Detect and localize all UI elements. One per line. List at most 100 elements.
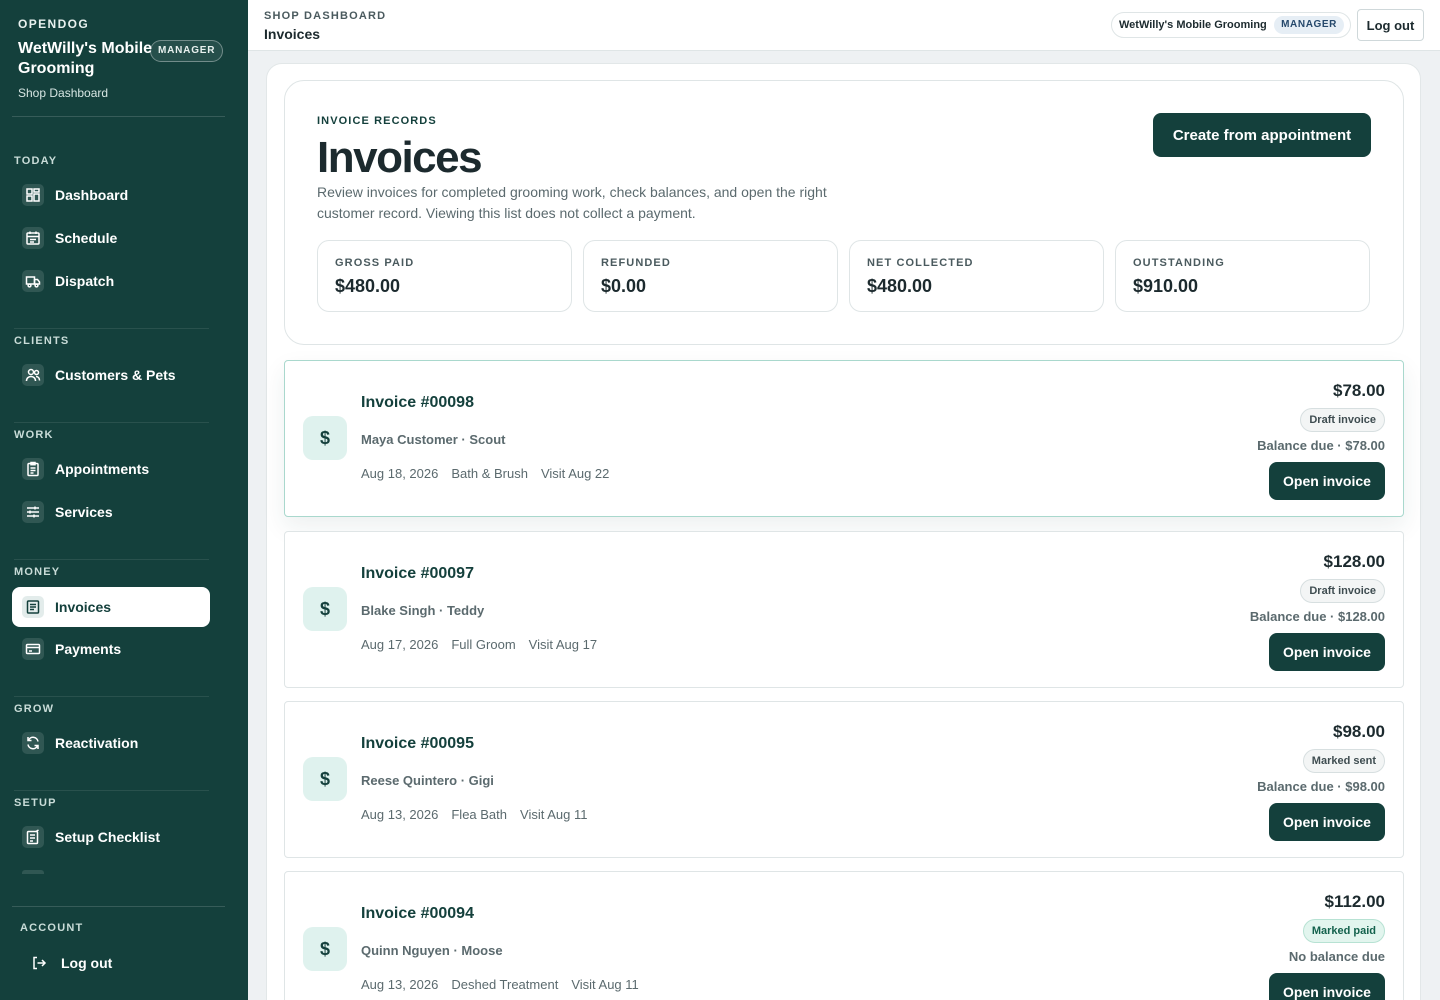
sidebar-item-customers[interactable]: Customers & Pets bbox=[12, 355, 210, 395]
sidebar-divider bbox=[12, 116, 225, 117]
invoice-service: Flea Bath bbox=[451, 807, 508, 822]
nav-section-grow: GROW bbox=[14, 703, 55, 715]
stat-card-refunded: REFUNDED $0.00 bbox=[583, 240, 838, 312]
dashboard-icon bbox=[22, 184, 44, 206]
clipboard-icon bbox=[22, 458, 44, 480]
sidebar-item-dispatch[interactable]: Dispatch bbox=[12, 261, 210, 301]
invoice-meta: Aug 18, 2026 Bath & Brush Visit Aug 22 bbox=[361, 466, 609, 481]
sidebar-item-dashboard[interactable]: Dashboard bbox=[12, 175, 210, 215]
role-badge: MANAGER bbox=[1274, 16, 1344, 34]
dollar-icon: $ bbox=[303, 757, 347, 801]
sidebar-item-payments[interactable]: Payments bbox=[12, 629, 210, 669]
stat-card-gross-paid: GROSS PAID $480.00 bbox=[317, 240, 572, 312]
invoice-card[interactable]: $ Invoice #00097 Blake Singh · Teddy Aug… bbox=[284, 531, 1404, 688]
invoice-date: Aug 18, 2026 bbox=[361, 466, 439, 481]
hero-eyebrow: INVOICE RECORDS bbox=[317, 115, 437, 127]
invoice-amount: $98.00 bbox=[1333, 722, 1385, 741]
shop-name: WetWilly's Mobile Grooming bbox=[18, 40, 153, 77]
invoice-service: Full Groom bbox=[451, 637, 516, 652]
stat-label: REFUNDED bbox=[601, 257, 671, 269]
sidebar-divider bbox=[14, 790, 209, 791]
truck-icon bbox=[22, 270, 44, 292]
checklist-icon bbox=[22, 826, 44, 848]
invoice-number-link[interactable]: Invoice #00095 bbox=[361, 735, 474, 753]
invoice-amount: $78.00 bbox=[1333, 381, 1385, 400]
invoice-client: Reese Quintero · Gigi bbox=[361, 773, 494, 788]
invoice-number-link[interactable]: Invoice #00098 bbox=[361, 394, 474, 412]
invoice-service: Bath & Brush bbox=[451, 466, 528, 481]
role-badge: MANAGER bbox=[150, 40, 224, 62]
sidebar-item-label: Setup Checklist bbox=[55, 829, 161, 845]
sidebar-divider bbox=[12, 906, 225, 907]
invoice-meta: Aug 13, 2026 Flea Bath Visit Aug 11 bbox=[361, 807, 587, 822]
invoice-number-link[interactable]: Invoice #00097 bbox=[361, 565, 474, 583]
sidebar-item-invoices[interactable]: Invoices bbox=[12, 587, 210, 627]
invoice-client: Maya Customer · Scout bbox=[361, 432, 506, 447]
open-invoice-button[interactable]: Open invoice bbox=[1269, 633, 1385, 671]
invoice-amount: $112.00 bbox=[1324, 892, 1385, 911]
invoice-visit: Visit Aug 22 bbox=[540, 466, 610, 481]
open-invoice-button[interactable]: Open invoice bbox=[1269, 803, 1385, 841]
nav-scroll-peek bbox=[22, 870, 44, 874]
invoice-meta: Aug 13, 2026 Deshed Treatment Visit Aug … bbox=[361, 977, 639, 992]
stat-label: NET COLLECTED bbox=[867, 257, 974, 269]
stat-value: $0.00 bbox=[601, 276, 647, 296]
invoice-visit: Visit Aug 11 bbox=[520, 807, 588, 822]
shop-switcher-name: WetWilly's Mobile Grooming bbox=[1119, 19, 1267, 31]
nav-section-work: WORK bbox=[14, 429, 54, 441]
sidebar: OPENDOG WetWilly's Mobile Grooming MANAG… bbox=[0, 0, 248, 1000]
nav-section-today: TODAY bbox=[14, 155, 58, 167]
invoice-card[interactable]: $ Invoice #00094 Quinn Nguyen · Moose Au… bbox=[284, 871, 1404, 1000]
nav-section-account: ACCOUNT bbox=[20, 922, 84, 934]
sliders-icon bbox=[22, 501, 44, 523]
invoice-balance: Balance due · $98.00 bbox=[1257, 779, 1385, 794]
invoice-card[interactable]: $ Invoice #00098 Maya Customer · Scout A… bbox=[284, 360, 1404, 517]
invoice-amount: $128.00 bbox=[1323, 552, 1385, 571]
sidebar-item-schedule[interactable]: Schedule bbox=[12, 218, 210, 258]
invoice-card[interactable]: $ Invoice #00095 Reese Quintero · Gigi A… bbox=[284, 701, 1404, 858]
invoice-client: Quinn Nguyen · Moose bbox=[361, 943, 503, 958]
invoice-number-link[interactable]: Invoice #00094 bbox=[361, 905, 474, 923]
stat-label: OUTSTANDING bbox=[1133, 257, 1225, 269]
shop-subtitle: Shop Dashboard bbox=[18, 86, 109, 100]
invoice-service: Deshed Treatment bbox=[451, 977, 559, 992]
invoices-hero-card: INVOICE RECORDS Invoices Review invoices… bbox=[284, 80, 1404, 345]
invoice-visit: Visit Aug 11 bbox=[571, 977, 639, 992]
sidebar-item-setup-checklist[interactable]: Setup Checklist bbox=[12, 817, 210, 857]
sidebar-item-label: Customers & Pets bbox=[55, 367, 176, 383]
dollar-icon: $ bbox=[303, 587, 347, 631]
logout-button[interactable]: Log out bbox=[1357, 9, 1424, 41]
sidebar-item-label: Services bbox=[55, 504, 113, 520]
invoice-meta: Aug 17, 2026 Full Groom Visit Aug 17 bbox=[361, 637, 597, 652]
sidebar-item-appointments[interactable]: Appointments bbox=[12, 449, 210, 489]
shop-switcher[interactable]: WetWilly's Mobile Grooming MANAGER bbox=[1111, 12, 1351, 38]
invoice-icon bbox=[22, 596, 44, 618]
sidebar-item-label: Reactivation bbox=[55, 735, 139, 751]
calendar-icon bbox=[22, 227, 44, 249]
sidebar-logout-button[interactable]: Log out bbox=[20, 943, 200, 983]
sidebar-divider bbox=[14, 559, 209, 560]
status-badge: Marked paid bbox=[1302, 919, 1385, 943]
dollar-icon: $ bbox=[303, 927, 347, 971]
stat-value: $480.00 bbox=[867, 276, 933, 296]
invoice-visit: Visit Aug 17 bbox=[528, 637, 598, 652]
nav-section-money: MONEY bbox=[14, 566, 61, 578]
sidebar-item-label: Dispatch bbox=[55, 273, 115, 289]
stat-label: GROSS PAID bbox=[335, 257, 415, 269]
open-invoice-button[interactable]: Open invoice bbox=[1269, 462, 1385, 500]
page-title: Invoices bbox=[317, 133, 483, 182]
create-from-appointment-button[interactable]: Create from appointment bbox=[1153, 113, 1371, 157]
sidebar-divider bbox=[14, 328, 209, 329]
logout-icon bbox=[28, 952, 50, 974]
invoice-date: Aug 13, 2026 bbox=[361, 977, 439, 992]
brand-name: OPENDOG bbox=[18, 17, 90, 31]
stat-value: $480.00 bbox=[335, 276, 401, 296]
invoice-balance: No balance due bbox=[1288, 949, 1385, 964]
status-badge: Draft invoice bbox=[1300, 579, 1385, 603]
invoice-date: Aug 17, 2026 bbox=[361, 637, 439, 652]
sidebar-item-reactivation[interactable]: Reactivation bbox=[12, 723, 210, 763]
open-invoice-button[interactable]: Open invoice bbox=[1269, 973, 1385, 1000]
sidebar-divider bbox=[14, 422, 209, 423]
stat-card-net-collected: NET COLLECTED $480.00 bbox=[849, 240, 1104, 312]
sidebar-item-services[interactable]: Services bbox=[12, 492, 210, 532]
